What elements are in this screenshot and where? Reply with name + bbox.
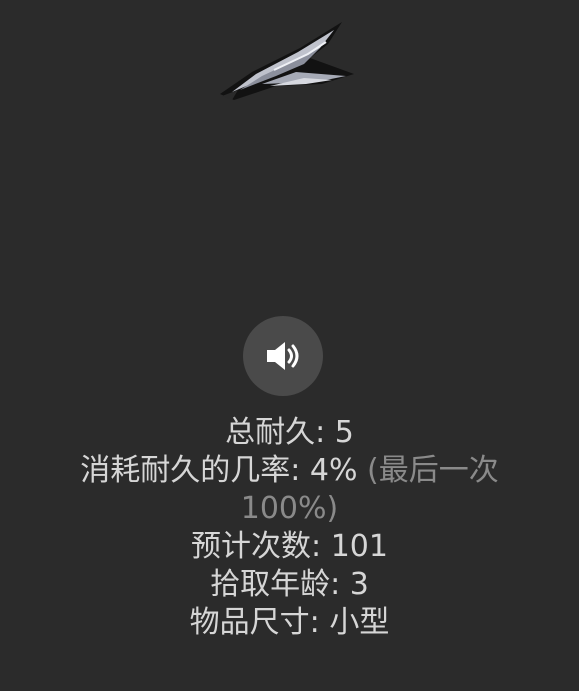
play-audio-button[interactable] [243,316,323,396]
total-durability: 总耐久: 5 [225,415,354,450]
pickup-age: 拾取年龄: 3 [210,567,369,602]
consume-chance-block: 消耗耐久的几率: 4% (最后一次 100%) [40,452,540,528]
consume-chance-line: 消耗耐久的几率: 4% (最后一次 100%) [0,452,579,528]
item-stats: 总耐久: 5 消耗耐久的几率: 4% (最后一次 100%) 预计次数: 101… [0,414,579,642]
consume-chance: 消耗耐久的几率: 4% [80,453,358,488]
speaker-icon [267,342,299,370]
estimated-uses: 预计次数: 101 [191,529,388,564]
item-icon [212,14,364,106]
item-size: 物品尺寸: 小型 [189,605,390,640]
